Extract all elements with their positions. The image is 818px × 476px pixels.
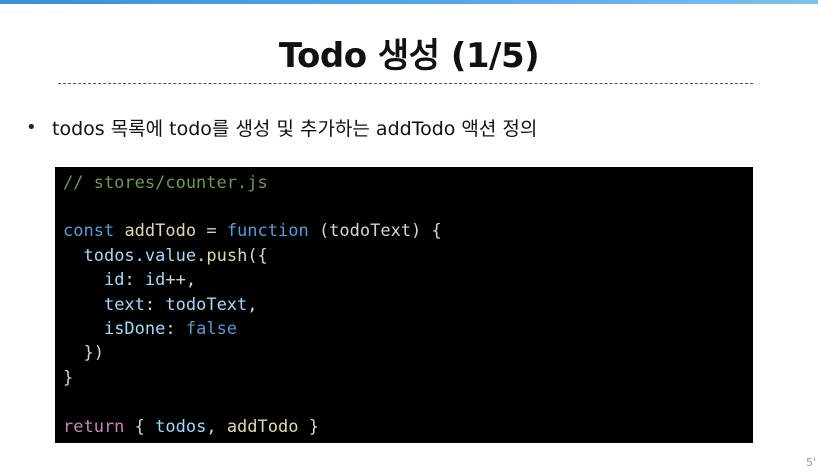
code-line-close-fn: } xyxy=(63,366,73,390)
code-return-keyword: return xyxy=(63,417,125,437)
code-close-push: }) xyxy=(63,343,104,363)
code-comma: , xyxy=(247,295,258,315)
code-line-close-push: }) xyxy=(63,341,104,365)
bullet-text: todos 목록에 todo를 생성 및 추가하는 addTodo 액션 정의 xyxy=(52,117,538,140)
bullet-item: • todos 목록에 todo를 생성 및 추가하는 addTodo 액션 정… xyxy=(26,114,537,140)
code-return-close: } xyxy=(298,417,319,437)
code-return-open: { xyxy=(124,417,156,437)
bullet-dot-icon: • xyxy=(26,116,37,138)
code-todos-ref: todos xyxy=(83,246,135,266)
code-equals: = xyxy=(196,221,227,241)
slide-title: Todo 생성 (1/5) xyxy=(278,36,540,76)
title-divider xyxy=(58,83,753,84)
code-line-const: const addTodo = function (todoText) { xyxy=(63,219,442,243)
code-function-keyword: function xyxy=(226,221,309,241)
code-increment: ++, xyxy=(165,270,197,290)
code-key-isdone: isDone xyxy=(103,319,166,339)
code-val-id: id xyxy=(144,270,166,290)
code-colon: : xyxy=(165,319,186,339)
code-line-push: todos.value.push({ xyxy=(63,244,268,268)
code-block: // stores/counter.js const addTodo = fun… xyxy=(55,167,753,443)
code-const-keyword: const xyxy=(63,221,115,241)
code-line-text: text: todoText, xyxy=(63,293,258,317)
code-value-prop: value xyxy=(144,246,197,266)
code-dot: . xyxy=(134,246,145,266)
page-number: 5' xyxy=(805,456,816,469)
code-val-todotext: todoText xyxy=(165,295,248,315)
code-comment: // stores/counter.js xyxy=(63,173,268,193)
accent-top-bar xyxy=(0,0,818,4)
code-open-brace: ({ xyxy=(247,246,268,266)
code-line-return: return { todos, addTodo } xyxy=(63,415,319,439)
code-colon: : xyxy=(124,270,145,290)
code-line-isdone: isDone: false xyxy=(63,317,237,341)
code-dot: . xyxy=(196,246,207,266)
code-function-name: addTodo xyxy=(124,221,197,241)
code-return-comma: , xyxy=(206,417,227,437)
code-close-fn: } xyxy=(63,368,74,388)
code-line-comment: // stores/counter.js xyxy=(63,171,268,195)
code-key-text: text xyxy=(103,295,145,315)
code-colon: : xyxy=(144,295,166,315)
code-line-id: id: id++, xyxy=(63,268,196,292)
code-return-addtodo: addTodo xyxy=(226,417,299,437)
code-key-id: id xyxy=(103,270,125,290)
code-push-call: push xyxy=(206,246,248,266)
code-params: (todoText) { xyxy=(308,221,442,241)
code-val-false: false xyxy=(185,319,238,339)
code-return-todos: todos xyxy=(155,417,207,437)
